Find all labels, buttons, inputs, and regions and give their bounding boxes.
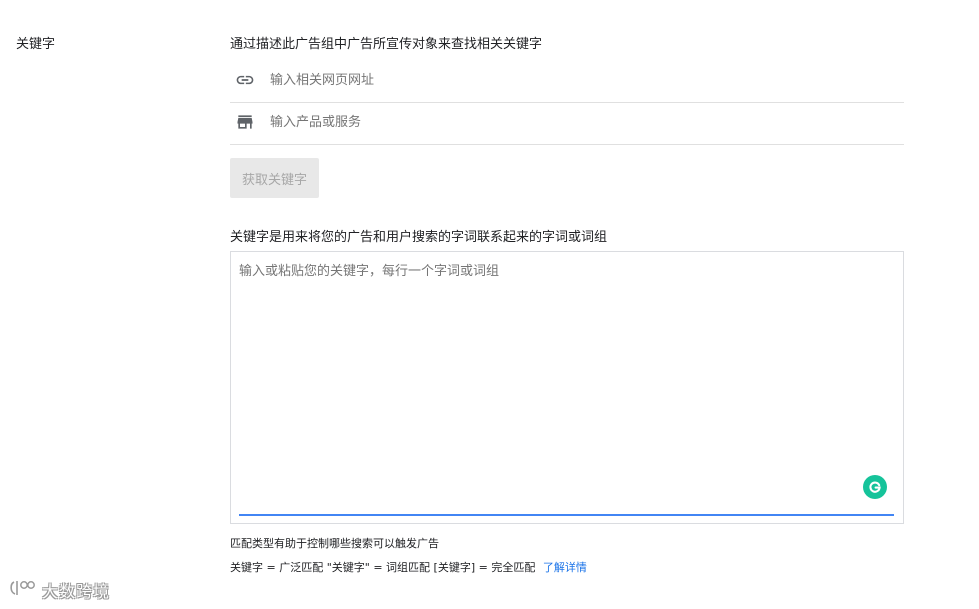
keywords-textarea[interactable] xyxy=(239,260,889,490)
learn-more-link[interactable]: 了解详情 xyxy=(543,561,587,574)
keywords-heading: 关键字是用来将您的广告和用户搜索的字词联系起来的字词或词组 xyxy=(230,230,608,245)
watermark: 大数跨境 xyxy=(8,578,110,602)
section-label: 关键字 xyxy=(16,37,56,52)
store-icon xyxy=(234,111,256,133)
match-type-examples: 关键字 = 广泛匹配 "关键字" = 词组匹配 [关键字] = 完全匹配 xyxy=(230,561,536,574)
keywords-box xyxy=(230,251,904,524)
url-input[interactable] xyxy=(270,65,904,95)
grammarly-icon[interactable] xyxy=(863,475,887,499)
textarea-focus-underline xyxy=(239,514,894,516)
link-icon xyxy=(234,69,256,91)
watermark-text: 大数跨境 xyxy=(42,582,111,601)
url-input-row xyxy=(230,58,904,103)
match-type-legend: 关键字 = 广泛匹配 "关键字" = 词组匹配 [关键字] = 完全匹配 了解详… xyxy=(230,559,587,575)
keywords-page: 关键字 通过描述此广告组中广告所宣传对象来查找相关关键字 获取关键字 关键字是用… xyxy=(0,0,979,609)
match-type-help: 匹配类型有助于控制哪些搜索可以触发广告 xyxy=(230,537,439,550)
section-description: 通过描述此广告组中广告所宣传对象来查找相关关键字 xyxy=(230,37,543,52)
product-input[interactable] xyxy=(270,107,904,137)
product-input-row xyxy=(230,100,904,145)
watermark-logo-icon xyxy=(8,578,38,602)
get-keywords-button[interactable]: 获取关键字 xyxy=(230,158,319,198)
